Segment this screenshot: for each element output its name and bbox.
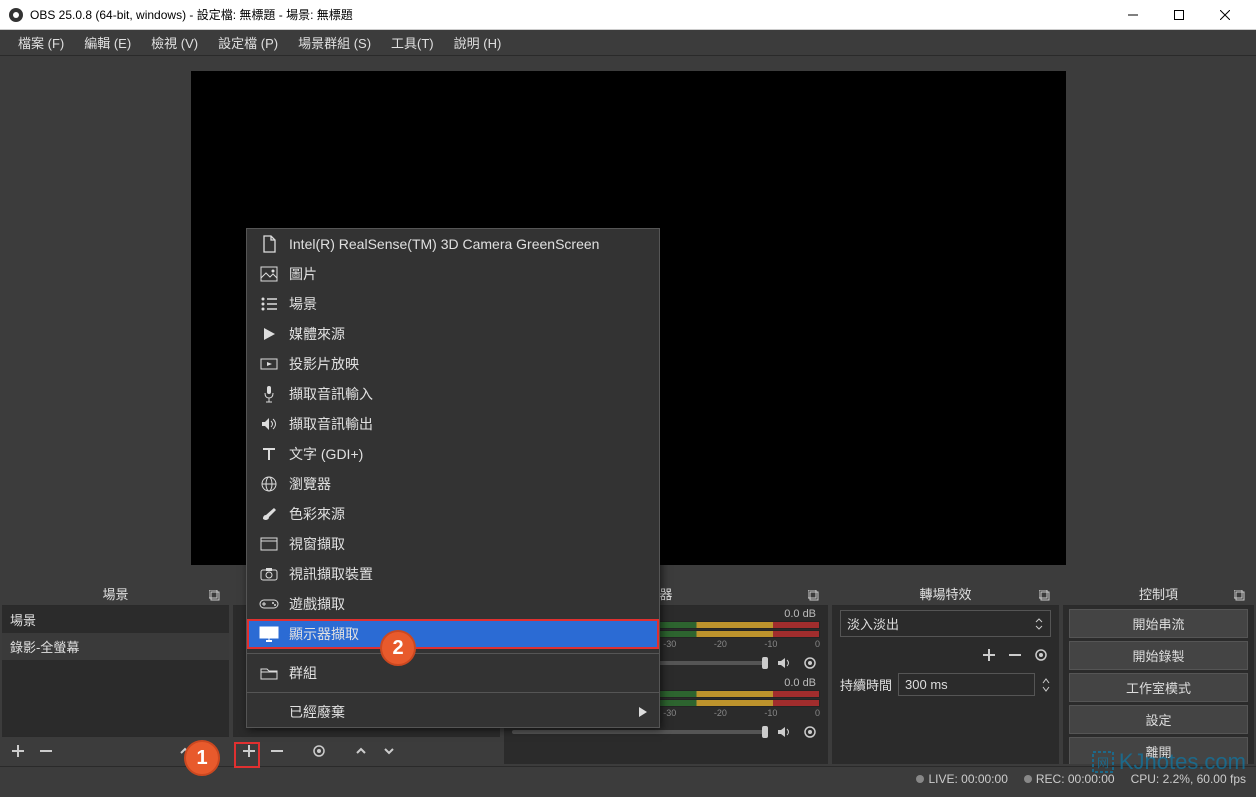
gear-icon[interactable] [1031,645,1051,665]
menu-tools[interactable]: 工具(T) [381,30,444,55]
transitions-title: 轉場特效 [919,584,971,603]
popout-icon[interactable] [1035,586,1055,606]
ctx-item-slideshow[interactable]: 投影片放映 [247,349,659,379]
gear-icon[interactable] [800,722,820,742]
maximize-button[interactable] [1156,0,1202,30]
close-button[interactable] [1202,0,1248,30]
list-icon [259,294,279,314]
separator [247,653,659,654]
ctx-item-image[interactable]: 圖片 [247,259,659,289]
menu-edit[interactable]: 編輯 (E) [74,30,141,55]
add-source-context-menu: Intel(R) RealSense(TM) 3D Camera GreenSc… [246,228,660,728]
source-properties-button[interactable] [309,741,329,761]
ctx-item-text[interactable]: 文字 (GDI+) [247,439,659,469]
popout-icon[interactable] [804,586,824,606]
file-icon [259,234,279,254]
mic-icon [259,384,279,404]
image-icon [259,264,279,284]
ctx-item-browser[interactable]: 瀏覽器 [247,469,659,499]
separator [247,692,659,693]
popout-icon[interactable] [205,586,225,606]
add-transition-button[interactable] [979,645,999,665]
menu-scene-collection[interactable]: 場景群組 (S) [288,30,381,55]
camera-icon [259,564,279,584]
remove-scene-button[interactable] [36,741,56,761]
speaker-icon[interactable] [774,653,794,673]
rec-indicator-icon [1024,775,1032,783]
controls-title: 控制項 [1139,584,1178,603]
app-icon [8,7,24,23]
window-title: OBS 25.0.8 (64-bit, windows) - 設定檔: 無標題 … [30,6,1110,23]
play-icon [259,324,279,344]
start-stream-button[interactable]: 開始串流 [1069,609,1248,638]
menu-help[interactable]: 說明 (H) [444,30,512,55]
remove-transition-button[interactable] [1005,645,1025,665]
ctx-item-video-capture[interactable]: 視訊擷取裝置 [247,559,659,589]
ctx-item-audio-input[interactable]: 擷取音訊輸入 [247,379,659,409]
menu-view[interactable]: 檢視 (V) [141,30,208,55]
text-icon [259,444,279,464]
transitions-panel: 轉場特效 淡入淡出 持續時間 300 ms [832,582,1059,764]
ctx-item-color[interactable]: 色彩來源 [247,499,659,529]
popout-icon[interactable] [1230,586,1250,606]
folder-icon [259,663,279,683]
ctx-item-scene[interactable]: 場景 [247,289,659,319]
ctx-item-display-capture[interactable]: 顯示器擷取 [247,619,659,649]
spinner-down[interactable] [1041,685,1051,693]
mixer-title-partial: 器 [659,584,672,603]
gamepad-icon [259,594,279,614]
ctx-item-deprecated[interactable]: 已經廢棄 [247,697,659,727]
annotation-badge-1: 1 [184,740,220,776]
scenes-title: 場景 [102,584,128,603]
scene-item[interactable]: 場景 [2,606,229,633]
scenes-list[interactable]: 場景 錄影-全螢幕 [2,606,229,736]
move-down-button[interactable] [379,741,399,761]
live-indicator-icon [916,775,924,783]
annotation-badge-2: 2 [380,630,416,666]
menu-profile[interactable]: 設定檔 (P) [208,30,288,55]
speaker-icon [259,414,279,434]
brush-icon [259,504,279,524]
minimize-button[interactable] [1110,0,1156,30]
controls-panel: 控制項 開始串流 開始錄製 工作室模式 設定 離開 [1063,582,1254,764]
spinner-up[interactable] [1041,677,1051,685]
ctx-item-realsense[interactable]: Intel(R) RealSense(TM) 3D Camera GreenSc… [247,229,659,259]
live-status: LIVE: 00:00:00 [928,772,1007,786]
volume-slider[interactable] [512,730,768,734]
ctx-item-audio-output[interactable]: 擷取音訊輸出 [247,409,659,439]
start-record-button[interactable]: 開始錄製 [1069,641,1248,670]
duration-input[interactable]: 300 ms [898,673,1035,696]
move-up-button[interactable] [351,741,371,761]
slideshow-icon [259,354,279,374]
transition-select[interactable]: 淡入淡出 [840,610,1051,637]
window-titlebar: OBS 25.0.8 (64-bit, windows) - 設定檔: 無標題 … [0,0,1256,30]
scenes-panel: 場景 場景 錄影-全螢幕 [2,582,229,764]
menubar: 檔案 (F) 編輯 (E) 檢視 (V) 設定檔 (P) 場景群組 (S) 工具… [0,30,1256,56]
ctx-item-group[interactable]: 群組 [247,658,659,688]
submenu-arrow-icon [639,707,647,717]
svg-text:网: 网 [1097,756,1109,770]
add-source-button[interactable] [239,741,259,761]
monitor-icon [259,624,279,644]
remove-source-button[interactable] [267,741,287,761]
ctx-item-media[interactable]: 媒體來源 [247,319,659,349]
gear-icon[interactable] [800,653,820,673]
studio-mode-button[interactable]: 工作室模式 [1069,673,1248,702]
menu-file[interactable]: 檔案 (F) [8,30,74,55]
scene-item[interactable]: 錄影-全螢幕 [2,633,229,660]
watermark: 网 KJnotes.com [1091,749,1246,775]
settings-button[interactable]: 設定 [1069,705,1248,734]
ctx-item-window-capture[interactable]: 視窗擷取 [247,529,659,559]
globe-icon [259,474,279,494]
speaker-icon[interactable] [774,722,794,742]
add-scene-button[interactable] [8,741,28,761]
duration-label: 持續時間 [840,675,892,694]
ctx-item-game-capture[interactable]: 遊戲擷取 [247,589,659,619]
window-icon [259,534,279,554]
